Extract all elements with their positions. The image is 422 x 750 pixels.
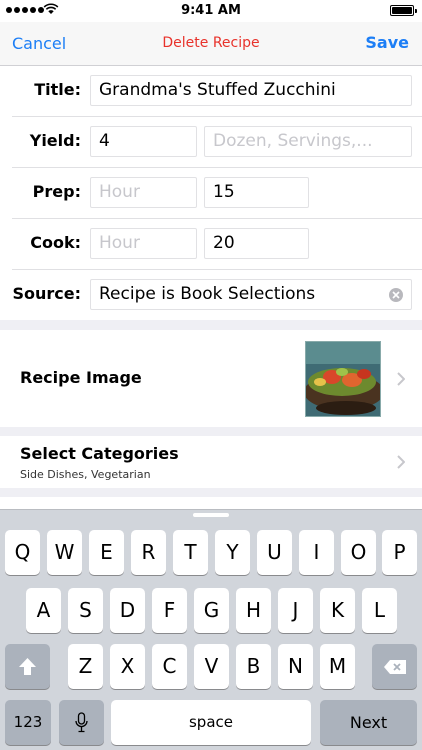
- key-x[interactable]: X: [110, 644, 145, 689]
- prep-label: Prep:: [32, 182, 81, 201]
- recipe-form: Title: Grandma's Stuffed Zucchini Yield:…: [0, 66, 422, 320]
- next-key[interactable]: Next: [320, 700, 417, 745]
- next-section-edge: [0, 497, 422, 509]
- key-r[interactable]: R: [131, 530, 166, 575]
- key-c[interactable]: C: [152, 644, 187, 689]
- delete-backspace-icon: [384, 660, 406, 674]
- status-bar: 9:41 AM: [0, 0, 422, 22]
- delete-key[interactable]: [372, 644, 417, 689]
- key-g[interactable]: G: [194, 588, 229, 633]
- source-value: Recipe is Book Selections: [99, 284, 316, 304]
- recipe-image-cell[interactable]: Recipe Image: [0, 330, 422, 427]
- dictation-key[interactable]: [59, 700, 104, 745]
- cook-hour-field[interactable]: Hour: [90, 228, 197, 259]
- key-f[interactable]: F: [152, 588, 187, 633]
- selected-categories: Side Dishes, Vegetarian: [20, 468, 151, 481]
- key-o[interactable]: O: [341, 530, 376, 575]
- key-q[interactable]: Q: [5, 530, 40, 575]
- title-field[interactable]: Grandma's Stuffed Zucchini: [90, 75, 412, 106]
- status-time: 9:41 AM: [181, 3, 241, 18]
- key-a[interactable]: A: [26, 588, 61, 633]
- title-row: Title: Grandma's Stuffed Zucchini: [0, 66, 422, 117]
- key-j[interactable]: J: [278, 588, 313, 633]
- chevron-right-icon: [397, 455, 405, 469]
- title-label: Title:: [34, 80, 81, 99]
- yield-quantity-field[interactable]: 4: [90, 126, 197, 157]
- key-b[interactable]: B: [236, 644, 271, 689]
- key-d[interactable]: D: [110, 588, 145, 633]
- space-key[interactable]: space: [111, 700, 311, 745]
- prep-minutes-field[interactable]: 15: [204, 177, 309, 208]
- source-row: Source: Recipe is Book Selections: [0, 270, 422, 320]
- key-p[interactable]: P: [382, 530, 417, 575]
- chevron-right-icon: [397, 372, 405, 386]
- key-e[interactable]: E: [89, 530, 124, 575]
- yield-label: Yield:: [29, 131, 81, 150]
- microphone-icon: [75, 712, 88, 733]
- recipe-image-label: Recipe Image: [20, 368, 142, 387]
- shift-key[interactable]: [5, 644, 50, 689]
- key-w[interactable]: W: [47, 530, 82, 575]
- delete-recipe-button[interactable]: Delete Recipe: [162, 35, 259, 51]
- cook-label: Cook:: [30, 233, 81, 252]
- key-l[interactable]: L: [362, 588, 397, 633]
- key-u[interactable]: U: [257, 530, 292, 575]
- cook-minutes-field[interactable]: 20: [204, 228, 309, 259]
- shift-icon: [19, 658, 36, 675]
- key-n[interactable]: N: [278, 644, 313, 689]
- key-y[interactable]: Y: [215, 530, 250, 575]
- key-t[interactable]: T: [173, 530, 208, 575]
- key-m[interactable]: M: [320, 644, 355, 689]
- select-categories-label: Select Categories: [20, 444, 179, 463]
- prep-row: Prep: Hour 15: [0, 168, 422, 219]
- source-label: Source:: [12, 284, 81, 303]
- key-i[interactable]: I: [299, 530, 334, 575]
- select-categories-cell[interactable]: Select Categories Side Dishes, Vegetaria…: [0, 436, 422, 488]
- battery-icon: [390, 5, 417, 16]
- yield-unit-field[interactable]: Dozen, Servings,...: [204, 126, 412, 157]
- key-h[interactable]: H: [236, 588, 271, 633]
- keyboard-handle[interactable]: [193, 513, 229, 517]
- numbers-key[interactable]: 123: [5, 700, 51, 745]
- delete-recipe-button-wrap: Delete Recipe: [0, 35, 422, 51]
- cook-row: Cook: Hour 20: [0, 219, 422, 270]
- clear-text-icon[interactable]: [389, 288, 403, 302]
- recipe-image-thumbnail: [305, 341, 381, 417]
- key-s[interactable]: S: [68, 588, 103, 633]
- keyboard: Q W E R T Y U I O P A S D F G H J K L Z …: [0, 509, 422, 750]
- key-z[interactable]: Z: [68, 644, 103, 689]
- prep-hour-field[interactable]: Hour: [90, 177, 197, 208]
- source-field[interactable]: Recipe is Book Selections: [90, 279, 412, 310]
- key-v[interactable]: V: [194, 644, 229, 689]
- key-k[interactable]: K: [320, 588, 355, 633]
- save-button[interactable]: Save: [365, 33, 409, 52]
- navigation-bar: Cancel Delete Recipe Save: [0, 22, 422, 66]
- yield-row: Yield: 4 Dozen, Servings,...: [0, 117, 422, 168]
